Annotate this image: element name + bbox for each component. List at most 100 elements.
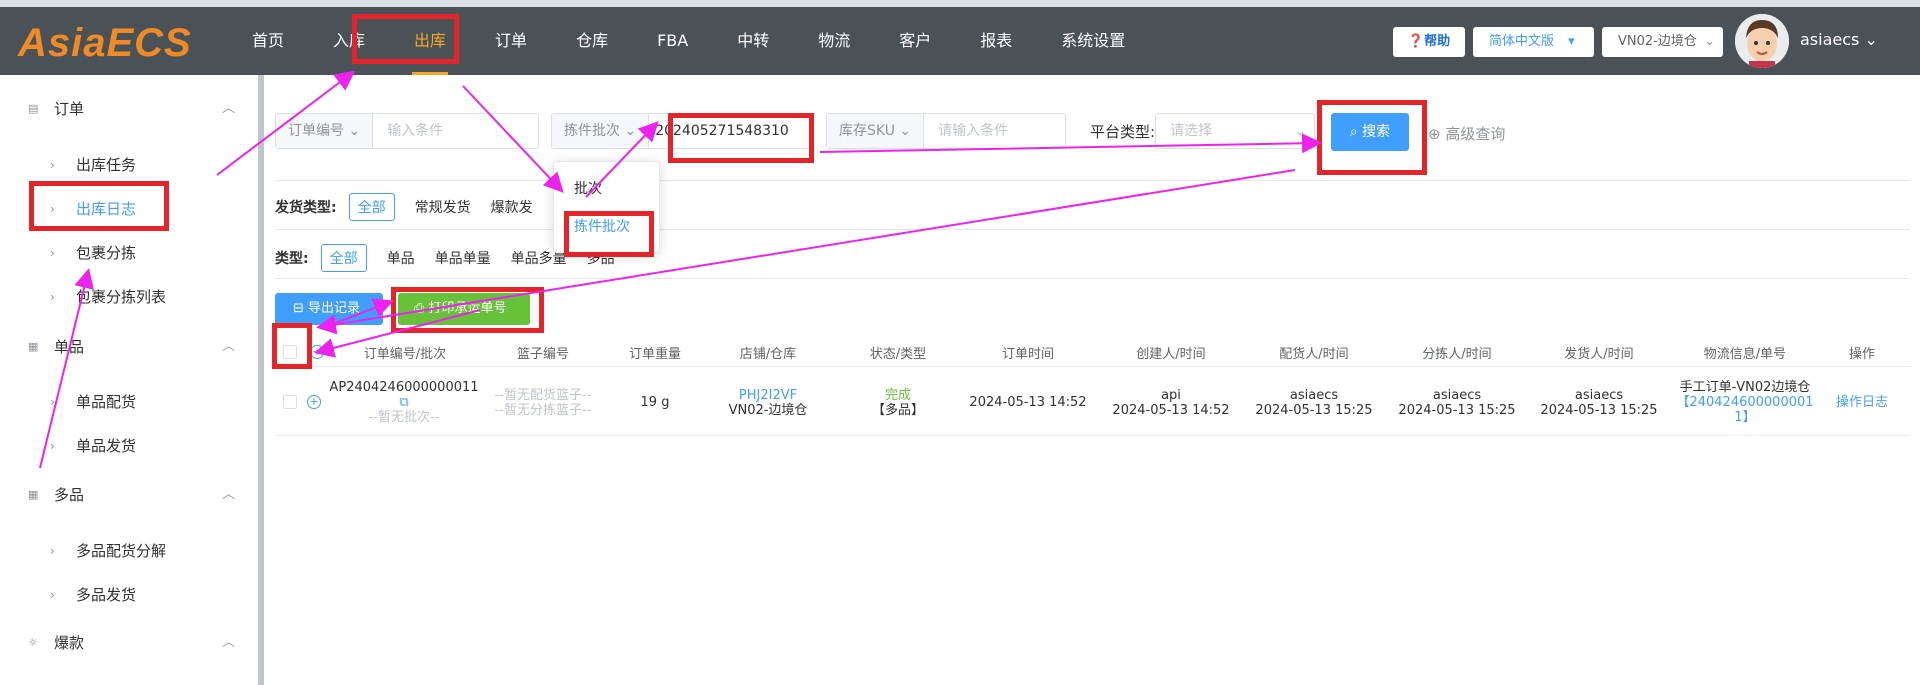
sidebar-item-outbound-task[interactable]: › 出库任务 — [50, 154, 136, 175]
operation-log-link[interactable]: 操作日志 — [1836, 395, 1888, 410]
chevron-right-icon: › — [50, 438, 55, 453]
highlight-box-outbound-log — [29, 181, 169, 231]
chevron-down-icon: ⌄ — [1864, 30, 1878, 49]
star-icon: ☼ — [28, 635, 38, 649]
avatar[interactable] — [1735, 14, 1789, 68]
col-shipper: 发货人/时间 — [1564, 347, 1634, 362]
zoom-plus-icon: ⊕ — [1428, 125, 1441, 143]
sidebar-item-multi-pick[interactable]: › 多品配货分解 — [50, 540, 166, 561]
batch-field-select[interactable]: 拣件批次 ⌄ — [552, 114, 650, 148]
advanced-search-link[interactable]: ⊕ 高级查询 — [1428, 123, 1505, 144]
divider — [275, 229, 1910, 230]
type-all[interactable]: 全部 — [320, 244, 367, 272]
platform-select[interactable]: 请选择 ⌄ — [1155, 113, 1315, 149]
order-no-input[interactable]: 输入条件 — [373, 114, 457, 148]
highlight-box-outbound — [352, 14, 459, 64]
platform-label: 平台类型: — [1090, 123, 1156, 141]
logistics-cell: 手工订单-VN02边境仓 【240424600000001 1】 — [1676, 380, 1814, 425]
type-title: 类型: — [275, 251, 309, 267]
col-picker: 配货人/时间 — [1279, 347, 1349, 362]
nav-reports[interactable]: 报表 — [968, 7, 1024, 75]
divider — [275, 180, 1910, 181]
dropdown-option-batch[interactable]: 批次 — [574, 178, 602, 198]
col-basket: 篮子编号 — [516, 347, 570, 362]
nav-transit[interactable]: 中转 — [725, 7, 781, 75]
order-time-cell: 2024-05-13 14:52 — [969, 395, 1087, 410]
sidebar-item-package-sort[interactable]: › 包裹分拣 — [50, 242, 136, 263]
ship-type-all[interactable]: 全部 — [348, 193, 395, 221]
ship-type-hot[interactable]: 爆款发 — [491, 197, 533, 217]
highlight-box-search — [1317, 100, 1427, 175]
order-no-filter: 订单编号 ⌄ 输入条件 — [275, 113, 539, 149]
sidebar-group-single[interactable]: ▦ 单品 — [28, 334, 84, 358]
sidebar-group-multi[interactable]: ▦ 多品 — [28, 482, 84, 506]
row-checkbox[interactable] — [283, 395, 297, 409]
collapse-icon[interactable]: ︿ — [222, 631, 235, 650]
sku-field-select[interactable]: 库存SKU ⌄ — [827, 114, 925, 148]
chevron-down-icon: ⌄ — [624, 123, 637, 139]
browser-edge — [0, 0, 1920, 7]
ship-type-title: 发货类型: — [275, 200, 337, 216]
type-single-one[interactable]: 单品单量 — [435, 248, 491, 268]
chevron-right-icon: › — [50, 157, 55, 172]
help-button[interactable]: ❓帮助 — [1393, 27, 1465, 57]
table-header: + 订单编号/批次 篮子编号 订单重量 店铺/仓库 状态/类型 订单时间 创建人… — [275, 337, 1910, 367]
nav-settings[interactable]: 系统设置 — [1049, 7, 1137, 75]
highlight-box-select-all — [272, 323, 312, 369]
col-creator: 创建人/时间 — [1136, 347, 1206, 362]
col-sorter: 分拣人/时间 — [1422, 347, 1492, 362]
copy-icon[interactable]: ⧉ — [329, 395, 478, 410]
tracking-link[interactable]: 【240424600000001 — [1676, 395, 1813, 410]
status-badge: 完成 — [884, 388, 912, 403]
sku-filter: 库存SKU ⌄ 请输入条件 — [826, 113, 1066, 149]
shipper-cell: asiaecs 2024-05-13 15:25 — [1540, 388, 1658, 418]
type-single[interactable]: 单品 — [387, 248, 415, 268]
nav-logistics[interactable]: 物流 — [806, 7, 862, 75]
collapse-icon[interactable]: ︿ — [222, 483, 235, 502]
highlight-box-pick-batch — [564, 211, 654, 257]
collapse-icon[interactable]: ︿ — [222, 97, 235, 116]
col-logistics: 物流信息/单号 — [1703, 347, 1787, 362]
shop-link[interactable]: PHJ2I2VF — [729, 388, 808, 403]
user-menu[interactable]: asiaecs ⌄ — [1800, 30, 1878, 49]
basket-cell: --暂无配货篮子-- --暂无分拣篮子-- — [494, 388, 592, 418]
nav-warehouse[interactable]: 仓库 — [564, 7, 620, 75]
sidebar-group-hot[interactable]: ☼ 爆款 — [28, 630, 84, 654]
chevron-down-icon: ⌄ — [1294, 123, 1306, 139]
grid-icon: ▦ — [28, 339, 39, 353]
sorter-cell: asiaecs 2024-05-13 15:25 — [1398, 388, 1516, 418]
expand-all-icon[interactable]: + — [310, 345, 324, 359]
sidebar-item-single-ship[interactable]: › 单品发货 — [50, 435, 136, 456]
sidebar-group-orders[interactable]: ▤ 订单 — [28, 96, 84, 120]
nav-customers[interactable]: 客户 — [887, 7, 943, 75]
divider — [275, 278, 1910, 279]
order-no-field-select[interactable]: 订单编号 ⌄ — [276, 114, 374, 148]
sidebar-divider — [258, 75, 264, 685]
ship-type-regular[interactable]: 常规发货 — [415, 197, 471, 217]
nav-fba[interactable]: FBA — [645, 7, 700, 75]
warehouse-select[interactable]: VN02-边境仓 ⌄ — [1602, 27, 1723, 57]
sidebar-item-single-pick[interactable]: › 单品配货 — [50, 391, 136, 412]
chevron-right-icon: › — [50, 587, 55, 602]
export-button[interactable]: ⊟ 导出记录 — [275, 293, 383, 325]
sku-input[interactable]: 请输入条件 — [924, 114, 1022, 148]
grid-icon: ▦ — [28, 487, 39, 501]
nav-orders[interactable]: 订单 — [483, 7, 539, 75]
asiaecs-logo[interactable]: AsiaECS — [18, 21, 192, 66]
col-order-time: 订单时间 — [1001, 347, 1055, 362]
col-status: 状态/类型 — [869, 347, 927, 362]
sidebar-item-package-sort-list[interactable]: › 包裹分拣列表 — [50, 286, 166, 307]
ship-type-filter: 发货类型: 全部 常规发货 爆款发 — [275, 193, 553, 221]
picker-cell: asiaecs 2024-05-13 15:25 — [1255, 388, 1373, 418]
collapse-icon[interactable]: ︿ — [222, 335, 235, 354]
col-weight: 订单重量 — [628, 347, 682, 362]
nav-home[interactable]: 首页 — [240, 7, 296, 75]
status-cell: 完成 【多品】 — [871, 388, 925, 418]
chevron-down-icon: ⌄ — [348, 123, 361, 139]
col-actions: 操作 — [1848, 347, 1876, 362]
creator-cell: api 2024-05-13 14:52 — [1112, 388, 1230, 418]
archive-icon: ⊟ — [293, 301, 304, 316]
language-select[interactable]: 简体中文版 ▾ — [1473, 27, 1594, 57]
sidebar-item-multi-ship[interactable]: › 多品发货 — [50, 584, 136, 605]
expand-row-icon[interactable]: + — [307, 395, 321, 409]
